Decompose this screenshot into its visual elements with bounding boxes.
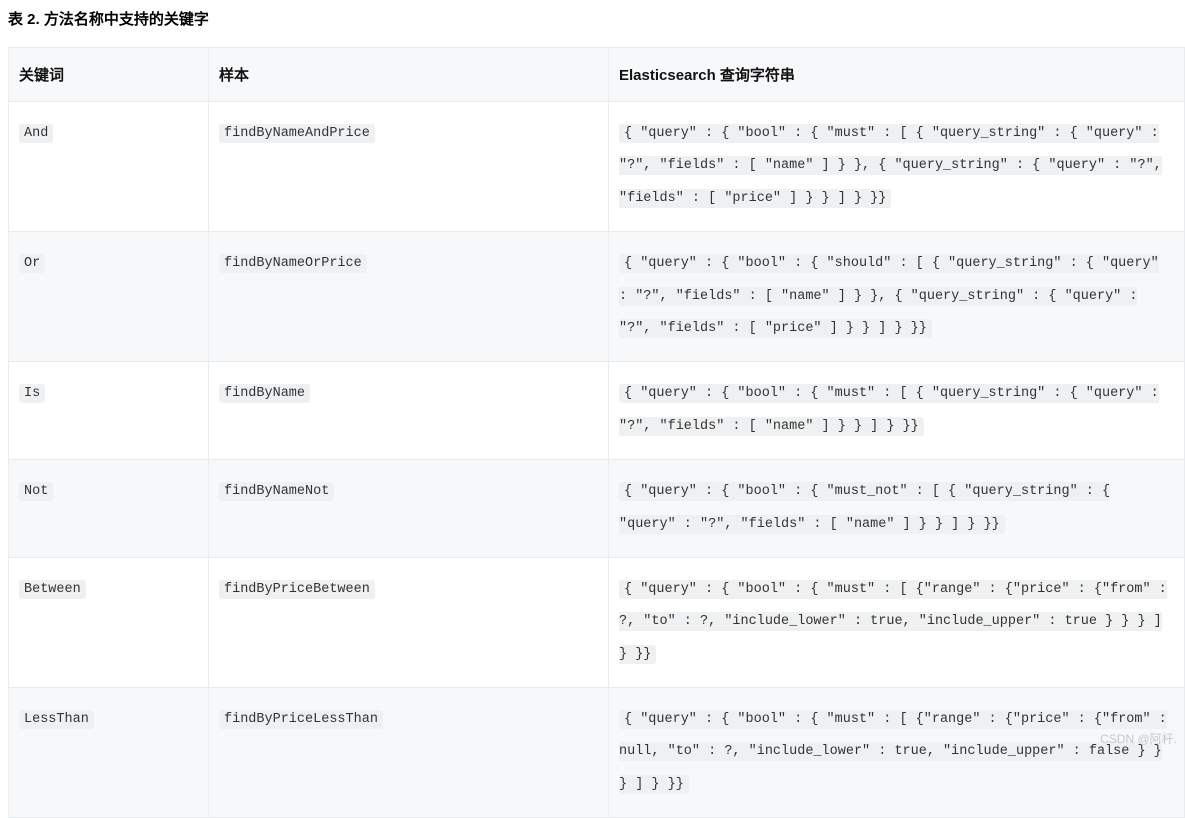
table-row: Is findByName { "query" : { "bool" : { "… [9, 362, 1185, 460]
keywords-table: 关键词 样本 Elasticsearch 查询字符串 And findByNam… [8, 47, 1185, 818]
sample-code: findByPriceBetween [219, 580, 375, 599]
table-row: And findByNameAndPrice { "query" : { "bo… [9, 102, 1185, 232]
table-header-row: 关键词 样本 Elasticsearch 查询字符串 [9, 48, 1185, 102]
header-query: Elasticsearch 查询字符串 [609, 48, 1185, 102]
table-row: Not findByNameNot { "query" : { "bool" :… [9, 460, 1185, 558]
keyword-code: And [19, 124, 53, 143]
keyword-code: Between [19, 580, 86, 599]
query-code: { "query" : { "bool" : { "must" : [ { "q… [619, 124, 1162, 208]
table-row: Or findByNameOrPrice { "query" : { "bool… [9, 232, 1185, 362]
header-keyword: 关键词 [9, 48, 209, 102]
sample-code: findByNameAndPrice [219, 124, 375, 143]
header-sample: 样本 [209, 48, 609, 102]
query-code: { "query" : { "bool" : { "must" : [ { "q… [619, 384, 1159, 435]
table-caption: 表 2. 方法名称中支持的关键字 [8, 8, 1185, 29]
watermark: CSDN @阿杆. [1100, 730, 1177, 747]
sample-code: findByName [219, 384, 310, 403]
query-code: { "query" : { "bool" : { "must" : [ {"ra… [619, 580, 1167, 664]
table-row: Between findByPriceBetween { "query" : {… [9, 557, 1185, 687]
sample-code: findByNameOrPrice [219, 254, 367, 273]
keyword-code: Is [19, 384, 45, 403]
keyword-code: Or [19, 254, 45, 273]
keyword-code: Not [19, 482, 53, 501]
sample-code: findByPriceLessThan [219, 710, 383, 729]
query-code: { "query" : { "bool" : { "must" : [ {"ra… [619, 710, 1167, 794]
keyword-code: LessThan [19, 710, 94, 729]
query-code: { "query" : { "bool" : { "must_not" : [ … [619, 482, 1110, 533]
query-code: { "query" : { "bool" : { "should" : [ { … [619, 254, 1159, 338]
sample-code: findByNameNot [219, 482, 334, 501]
